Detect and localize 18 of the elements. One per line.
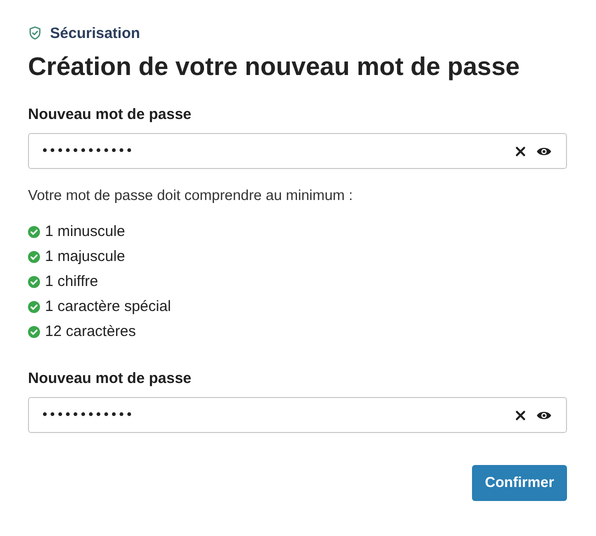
requirement-text: 1 caractère spécial — [45, 298, 171, 315]
section-label: Sécurisation — [50, 24, 140, 42]
password-field[interactable]: •••••••••••• — [28, 133, 567, 169]
page-title: Création de votre nouveau mot de passe — [28, 52, 521, 83]
password-field[interactable]: •••••••••••• — [28, 397, 567, 433]
field-label: Nouveau mot de passe — [28, 370, 192, 388]
requirement-text: 1 minuscule — [45, 223, 126, 240]
clear-icon[interactable] — [515, 146, 526, 156]
requirements-text: Votre mot de passe doit comprendre au minimum : — [28, 187, 354, 205]
requirement-text: 12 caractères — [45, 323, 136, 340]
eye-icon[interactable] — [536, 410, 552, 420]
requirement-text: 1 majuscule — [45, 248, 126, 265]
confirm-button[interactable]: Confirmer — [472, 465, 567, 501]
eye-icon[interactable] — [536, 146, 552, 156]
field-label: Nouveau mot de passe — [28, 106, 192, 124]
requirement-text: 1 chiffre — [45, 273, 98, 290]
clear-icon[interactable] — [515, 410, 526, 420]
shield-check-icon — [28, 26, 42, 40]
